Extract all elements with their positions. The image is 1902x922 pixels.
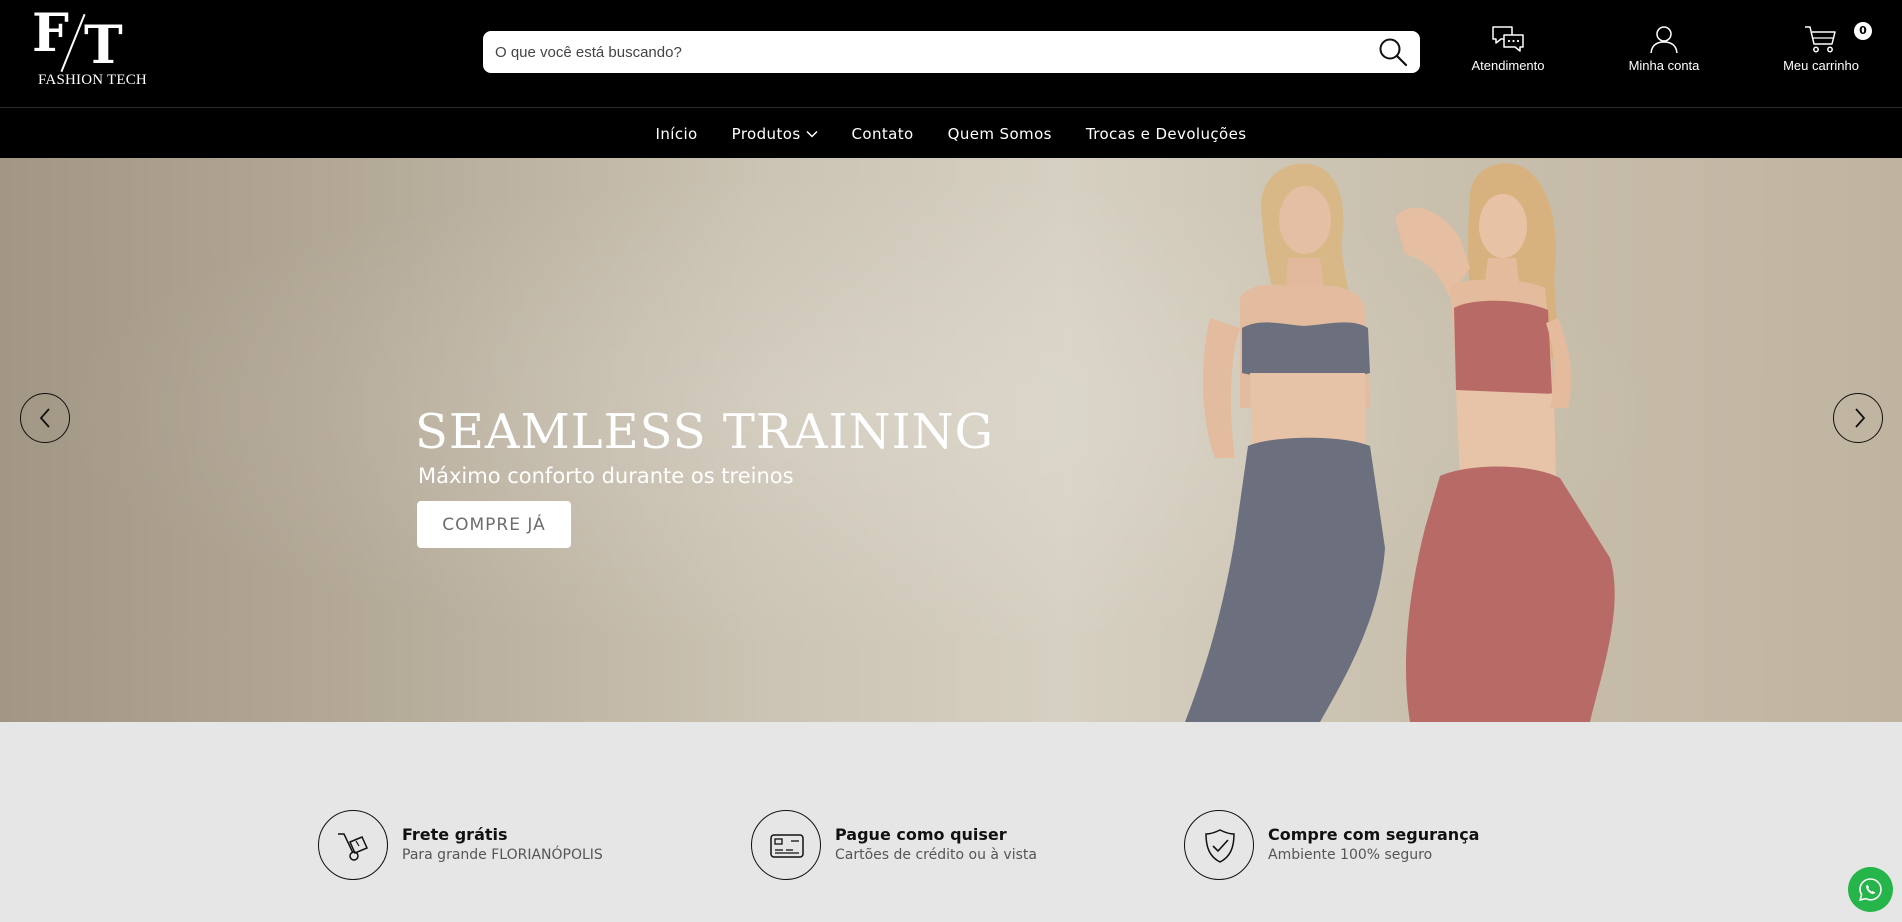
hero-subtitle: Máximo conforto durante os treinos: [418, 464, 794, 488]
chat-bubbles-icon: [1492, 26, 1524, 52]
whatsapp-icon: [1859, 878, 1882, 902]
cart-label: Meu carrinho: [1783, 58, 1859, 73]
chevron-right-icon: [1855, 408, 1866, 428]
nav-item-contato[interactable]: Contato: [852, 125, 914, 143]
whatsapp-chat-button[interactable]: [1848, 867, 1893, 912]
shop-now-button[interactable]: COMPRE JÁ: [417, 501, 571, 548]
hero-title: SEAMLESS TRAINING: [415, 404, 994, 460]
hero-banner[interactable]: SEAMLESS TRAINING Máximo conforto durant…: [0, 158, 1902, 722]
search-bar: [483, 31, 1420, 73]
account-link[interactable]: Minha conta: [1604, 24, 1724, 80]
search-icon: [1379, 38, 1408, 67]
logo-brand-name: FASHION TECH: [38, 72, 147, 88]
benefit-title: Pague como quiser: [835, 825, 1007, 844]
benefit-title: Frete grátis: [402, 825, 508, 844]
benefits-bar: Frete grátis Para grande FLORIANÓPOLIS P…: [0, 722, 1902, 922]
chevron-left-icon: [39, 408, 50, 428]
benefit-icon-circle: [318, 810, 388, 880]
carousel-next-button[interactable]: [1833, 393, 1883, 443]
shield-check-icon: [1205, 829, 1235, 863]
nav-item-trocas-devolucoes[interactable]: Trocas e Devoluções: [1086, 125, 1247, 143]
brand-logo[interactable]: F T FASHION TECH: [32, 8, 147, 90]
nav-item-produtos-label: Produtos: [731, 124, 801, 143]
chevron-down-icon: [806, 130, 818, 138]
shopping-cart-icon: [1805, 26, 1836, 53]
cart-count-badge: 0: [1854, 22, 1872, 40]
credit-card-icon: [770, 834, 804, 858]
logo-letter-t: T: [84, 15, 123, 76]
main-navigation: Início Produtos Contato Quem Somos Troca…: [0, 107, 1902, 158]
search-input[interactable]: [495, 31, 1345, 73]
logo-letter-f: F: [32, 3, 69, 64]
nav-item-produtos[interactable]: Produtos: [732, 125, 818, 143]
support-link[interactable]: Atendimento: [1448, 24, 1568, 80]
hand-truck-icon: [338, 833, 369, 861]
benefit-icon-circle: [1184, 810, 1254, 880]
carousel-prev-button[interactable]: [20, 393, 70, 443]
benefit-subtitle: Para grande FLORIANÓPOLIS: [402, 847, 603, 863]
cart-link[interactable]: 0 Meu carrinho: [1761, 22, 1881, 80]
benefit-subtitle: Ambiente 100% seguro: [1268, 847, 1433, 863]
benefit-title: Compre com segurança: [1268, 825, 1480, 844]
logo-monogram: F T: [32, 3, 128, 76]
user-icon: [1650, 26, 1678, 54]
hero-models-image: [1185, 163, 1615, 722]
support-label: Atendimento: [1471, 58, 1545, 73]
nav-item-inicio[interactable]: Início: [656, 125, 698, 143]
account-label: Minha conta: [1628, 58, 1700, 73]
benefit-subtitle: Cartões de crédito ou à vista: [835, 847, 1037, 863]
search-button[interactable]: [1378, 37, 1410, 67]
benefit-icon-circle: [751, 810, 821, 880]
site-header: F T FASHION TECH Atendimento Minha conta: [0, 0, 1902, 107]
nav-item-quem-somos[interactable]: Quem Somos: [948, 125, 1052, 143]
